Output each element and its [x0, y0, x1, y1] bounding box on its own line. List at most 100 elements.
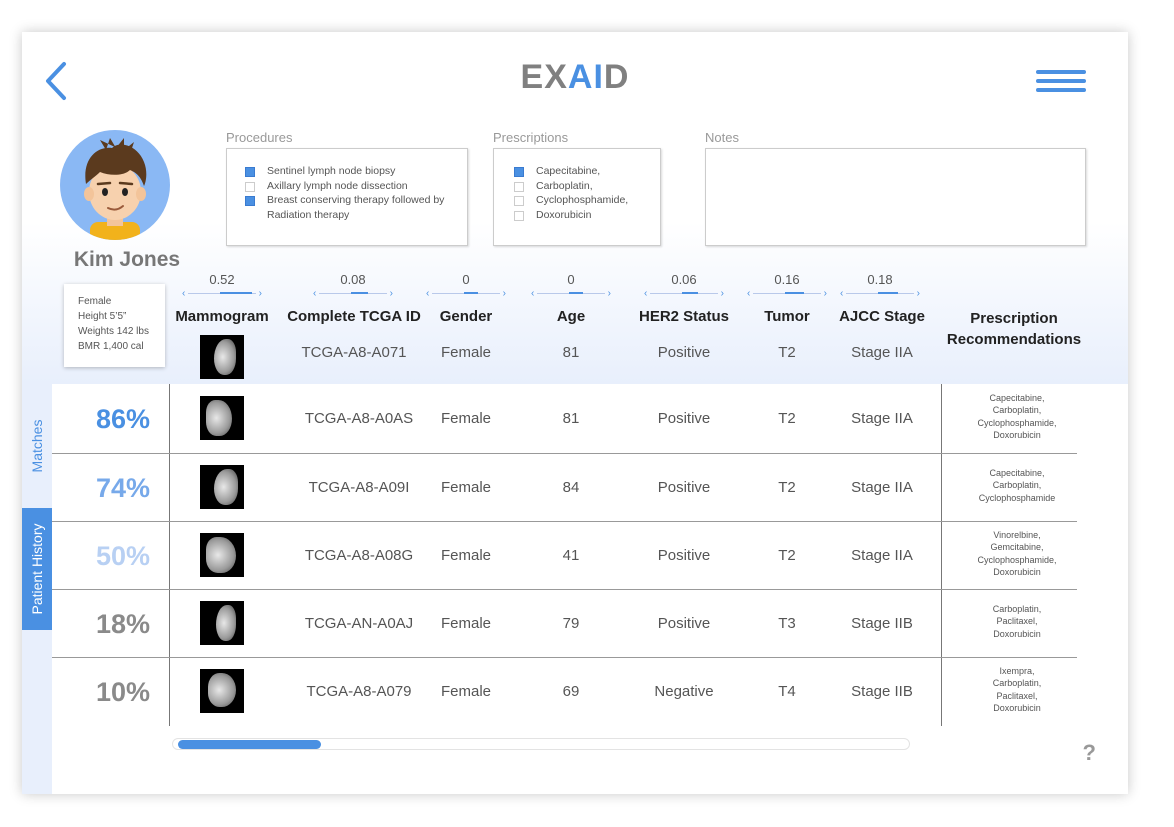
rx-drug: Carboplatin, — [992, 678, 1042, 689]
match-age: 84 — [562, 479, 580, 496]
checkbox[interactable] — [245, 196, 255, 206]
query-patient-row: TCGA-A8-A071 Female 81 Positive T2 Stage… — [22, 335, 1128, 383]
patient-name: Kim Jones — [73, 248, 181, 271]
match-gender: Female — [440, 683, 492, 700]
weight-slider-tumor: 0.16 ‹ › — [747, 272, 827, 302]
weight-slider[interactable]: ‹ › — [531, 288, 611, 302]
match-tcga-id: TCGA-AN-A0AJ — [304, 615, 414, 632]
mammogram-thumbnail[interactable] — [200, 465, 244, 509]
rx-drug: Carboplatin, — [992, 604, 1042, 614]
prescription-recommendation: Carboplatin, Paclitaxel, Doxorubicin — [944, 603, 1090, 640]
match-age: 79 — [562, 615, 580, 632]
match-age: 69 — [562, 683, 580, 700]
rx-drug: Doxorubicin — [993, 702, 1041, 713]
prescription-recommendation: Ixempra, Carboplatin, Paclitaxel, Doxorubic… — [944, 665, 1090, 714]
weight-value: 0.06 — [671, 272, 697, 287]
column-header-gender[interactable]: Gender — [426, 308, 506, 325]
scrollbar-thumb[interactable] — [178, 740, 321, 749]
match-row[interactable]: 50% TCGA-A8-A08G Female 41 Positive T2 S… — [52, 521, 1077, 589]
weight-slider[interactable]: ‹ › — [313, 288, 393, 302]
column-header-ajcc[interactable]: AJCC Stage — [832, 308, 932, 325]
patient-sex: Female — [78, 296, 112, 307]
match-row[interactable]: 74% TCGA-A8-A09I Female 84 Positive T2 S… — [52, 453, 1077, 521]
mammogram-thumbnail[interactable] — [200, 335, 244, 379]
match-row[interactable]: 10% TCGA-A8-A079 Female 69 Negative T4 S… — [52, 657, 1077, 725]
weight-slider[interactable]: ‹ › — [426, 288, 506, 302]
match-gender: Female — [440, 479, 492, 496]
app-title-part: EX — [520, 58, 568, 96]
match-age: 81 — [562, 410, 580, 427]
checkbox[interactable] — [245, 167, 255, 177]
match-row[interactable]: 86% TCGA-A8-A0AS Female 81 Positive T2 S… — [52, 384, 1077, 452]
rx-drug: Doxorubicin — [993, 566, 1041, 577]
weight-slider[interactable]: ‹ › — [182, 288, 262, 302]
hamburger-menu-icon[interactable] — [1036, 70, 1086, 94]
match-percent: 74% — [95, 473, 151, 503]
procedure-label: Breast conserving therapy followed by — [267, 194, 445, 206]
column-header-mammogram[interactable]: Mammogram — [174, 308, 270, 325]
checkbox[interactable] — [514, 210, 524, 221]
checkbox[interactable] — [514, 181, 524, 192]
help-icon[interactable]: ? — [1083, 740, 1096, 766]
match-tcga-id: TCGA-A8-A08G — [304, 547, 414, 564]
procedure-label: Axillary lymph node dissection — [267, 179, 408, 192]
mammogram-thumbnail[interactable] — [200, 396, 244, 440]
weight-slider[interactable]: ‹ › — [840, 288, 920, 302]
prescription-item: Doxorubicin — [514, 208, 660, 223]
match-her2: Positive — [657, 410, 711, 427]
match-row[interactable]: 18% TCGA-AN-A0AJ Female 79 Positive T3 S… — [52, 589, 1077, 657]
checkbox[interactable] — [245, 181, 255, 192]
weight-value: 0 — [462, 272, 470, 287]
prescriptions-label: Prescriptions — [493, 130, 569, 145]
rx-drug: Capecitabine, — [989, 468, 1045, 478]
procedure-item: Axillary lymph node dissection — [245, 179, 467, 194]
column-header-line: Prescription — [970, 310, 1058, 327]
mammogram-thumbnail[interactable] — [200, 533, 244, 577]
prescription-recommendation: Capecitabine, Carboplatin, Cyclophosphamid… — [944, 392, 1090, 441]
tab-matches[interactable]: Matches — [22, 384, 52, 508]
notes-textarea[interactable] — [705, 148, 1086, 246]
prescription-item: Capecitabine, — [514, 164, 660, 179]
procedure-label: Radiation therapy — [267, 208, 350, 221]
match-her2: Negative — [654, 683, 714, 700]
checkbox[interactable] — [514, 196, 524, 206]
weight-slider-tcga: 0.08 ‹ › — [313, 272, 393, 302]
app-title: EXAID — [22, 58, 1128, 97]
rx-drug: Paclitaxel, — [996, 616, 1038, 627]
mammogram-thumbnail[interactable] — [200, 669, 244, 713]
horizontal-scrollbar[interactable] — [172, 738, 910, 750]
app-title-part: D — [603, 58, 630, 96]
weight-value: 0 — [567, 272, 575, 287]
rx-drug: Carboplatin, — [992, 480, 1042, 491]
column-header-her2[interactable]: HER2 Status — [634, 308, 734, 325]
procedures-label: Procedures — [226, 130, 293, 145]
match-tcga-id: TCGA-A8-A09I — [308, 479, 410, 496]
match-percent: 10% — [95, 677, 151, 707]
weight-slider[interactable]: ‹ › — [747, 288, 827, 302]
tab-patient-history[interactable]: Patient History — [22, 508, 52, 630]
prescription-recommendation: Vinorelbine, Gemcitabine, Cyclophosphamide… — [944, 529, 1090, 578]
checkbox[interactable] — [514, 167, 524, 177]
weight-slider[interactable]: ‹ › — [644, 288, 724, 302]
column-header-age[interactable]: Age — [531, 308, 611, 325]
weight-slider-mammogram: 0.52 ‹ › — [182, 272, 262, 302]
rx-drug: Vinorelbine, — [993, 530, 1041, 540]
weight-value: 0.52 — [209, 272, 235, 287]
column-header-tcga-id[interactable]: Complete TCGA ID — [284, 308, 424, 325]
match-gender: Female — [440, 547, 492, 564]
rx-drug: Capecitabine, — [989, 393, 1045, 403]
prescription-label: Capecitabine, — [536, 165, 601, 177]
tab-label: Patient History — [29, 523, 45, 615]
weight-slider-ajcc: 0.18 ‹ › — [840, 272, 920, 302]
tab-label: Matches — [29, 419, 45, 473]
query-ajcc: Stage IIA — [851, 344, 913, 361]
column-header-tumor[interactable]: Tumor — [747, 308, 827, 325]
mammogram-thumbnail[interactable] — [200, 601, 244, 645]
rx-drug: Ixempra, — [999, 666, 1035, 676]
rx-drug: Carboplatin, — [992, 405, 1042, 416]
weight-slider-age: 0 ‹ › — [531, 272, 611, 302]
prescriptions-panel: Capecitabine, Carboplatin, Cyclophospham… — [493, 148, 661, 246]
match-tumor: T2 — [778, 479, 796, 496]
rx-drug: Paclitaxel, — [996, 690, 1038, 701]
match-tumor: T2 — [778, 410, 796, 427]
